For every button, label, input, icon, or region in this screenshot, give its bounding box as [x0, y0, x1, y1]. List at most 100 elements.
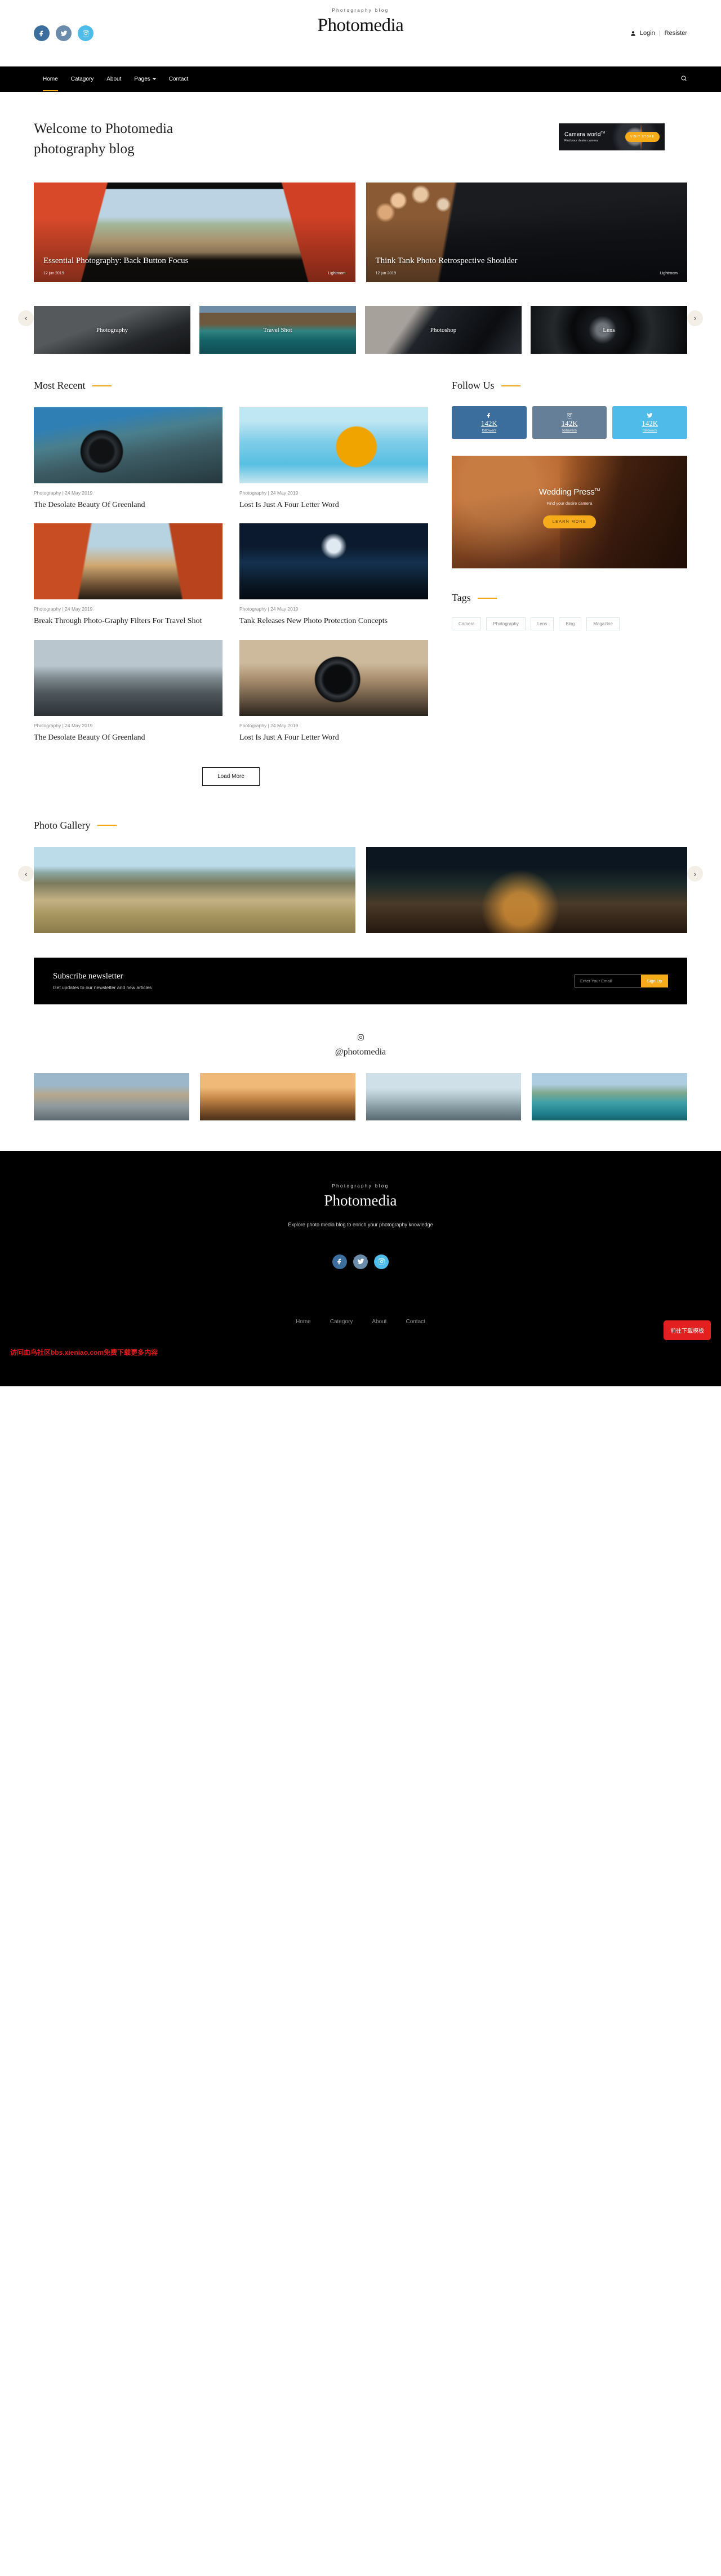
category-carousel: ‹ Photography Travel Shot Photoshop Lens… — [0, 282, 721, 354]
camera-world-ad[interactable]: Camera worldTM Find your desire camera V… — [559, 123, 665, 150]
post-thumbnail — [34, 639, 222, 716]
category-card-photoshop[interactable]: Photoshop — [365, 306, 522, 354]
post-card[interactable]: Photography | 24 May 2019 Lost Is Just A… — [239, 407, 428, 511]
visit-store-button[interactable]: VISIT STORE — [625, 132, 660, 142]
instagram-handle[interactable]: @photomedia — [34, 1047, 687, 1057]
tag-camera[interactable]: Camera — [452, 617, 482, 630]
sign-up-button[interactable]: Sign Up — [641, 974, 668, 987]
nav-item-catagory[interactable]: Catagory — [71, 76, 94, 82]
category-card-travel-shot[interactable]: Travel Shot — [199, 306, 356, 354]
featured-card[interactable]: Essential Photography: Back Button Focus… — [34, 183, 355, 282]
email-input[interactable] — [575, 974, 641, 987]
footer-nav-category[interactable]: Category — [330, 1319, 353, 1325]
brand-block: Photography blog Photomedia — [0, 8, 721, 37]
post-meta: Photography | 24 May 2019 — [239, 490, 299, 496]
gallery-image[interactable] — [34, 847, 355, 933]
newsletter-form: Sign Up — [575, 974, 668, 987]
chevron-down-icon — [152, 78, 156, 80]
gallery-row — [34, 847, 687, 933]
category-label: Lens — [603, 326, 615, 333]
follow-box-instagram[interactable]: 142K followers — [532, 406, 607, 439]
gallery-next-button[interactable]: › — [687, 866, 703, 882]
footer-social-links — [34, 1254, 687, 1269]
featured-title: Essential Photography: Back Button Focus — [43, 256, 189, 266]
nav-item-pages[interactable]: Pages — [134, 76, 156, 82]
category-card-lens[interactable]: Lens — [531, 306, 687, 354]
instagram-photo[interactable] — [199, 1073, 355, 1120]
instagram-photo[interactable] — [532, 1073, 687, 1120]
follower-label: followers — [482, 429, 497, 433]
wedding-ad-subtitle: Find your desire camera — [546, 501, 593, 506]
instagram-photo[interactable] — [34, 1073, 189, 1120]
follower-label: followers — [562, 429, 577, 433]
post-card[interactable]: Photography | 24 May 2019 Lost Is Just A… — [239, 639, 428, 744]
newsletter-subtitle: Get updates to our newsletter and new ar… — [53, 984, 152, 990]
photo-gallery-section: Photo Gallery ‹ › — [0, 786, 721, 933]
section-title-photo-gallery: Photo Gallery — [34, 820, 687, 831]
featured-tag: Lightroom — [660, 272, 678, 275]
watermark-text: 访问血鸟社区bbs.xieniao.com免费下载更多内容 — [10, 1348, 158, 1356]
instagram-icon[interactable] — [374, 1254, 389, 1269]
nav-links: Home Catagory About Pages Contact — [43, 76, 188, 91]
category-card-photography[interactable]: Photography — [34, 306, 190, 354]
post-title: Lost Is Just A Four Letter Word — [239, 501, 339, 509]
gallery-image[interactable] — [366, 847, 687, 933]
post-meta: Photography | 24 May 2019 — [34, 490, 93, 496]
post-card[interactable]: Photography | 24 May 2019 The Desolate B… — [34, 407, 222, 511]
footer-description: Explore photo media blog to enrich your … — [288, 1221, 433, 1227]
featured-posts: Essential Photography: Back Button Focus… — [0, 159, 721, 282]
learn-more-button[interactable]: LEARN MORE — [542, 515, 597, 528]
instagram-photo[interactable] — [366, 1073, 522, 1120]
twitter-icon[interactable] — [353, 1254, 368, 1269]
follow-box-twitter[interactable]: 142K followers — [612, 406, 688, 439]
nav-item-home[interactable]: Home — [43, 76, 58, 91]
post-card[interactable]: Photography | 24 May 2019 Tank Releases … — [239, 523, 428, 627]
login-link[interactable]: Login — [640, 30, 655, 37]
tag-magazine[interactable]: Magazine — [586, 617, 620, 630]
category-label: Photography — [96, 326, 128, 333]
carousel-next-button[interactable]: › — [687, 310, 703, 326]
tags-section: Tags Camera Photography Lens Blog Magazi… — [452, 592, 687, 630]
carousel-prev-button[interactable]: ‹ — [18, 310, 34, 326]
download-template-button[interactable]: 前往下载模板 — [664, 1320, 711, 1340]
featured-tag: Lightroom — [328, 272, 346, 275]
section-title-follow-us: Follow Us — [452, 380, 687, 391]
follower-label: followers — [642, 429, 657, 433]
tag-lens[interactable]: Lens — [530, 617, 554, 630]
facebook-icon[interactable] — [332, 1254, 347, 1269]
post-title: The Desolate Beauty Of Greenland — [34, 733, 145, 742]
register-link[interactable]: Resister — [665, 30, 687, 37]
nav-item-about[interactable]: About — [106, 76, 121, 82]
load-more-container: Load More — [34, 767, 428, 786]
follow-box-facebook[interactable]: 142K followers — [452, 406, 527, 439]
load-more-button[interactable]: Load More — [202, 767, 260, 786]
facebook-icon — [486, 412, 492, 419]
footer-nav-home[interactable]: Home — [296, 1319, 311, 1325]
tag-photography[interactable]: Photography — [486, 617, 526, 630]
post-thumbnail — [239, 407, 428, 483]
footer-nav-contact[interactable]: Contact — [406, 1319, 425, 1325]
post-card[interactable]: Photography | 24 May 2019 Break Through … — [34, 523, 222, 627]
footer-nav-about[interactable]: About — [372, 1319, 386, 1325]
post-meta: Photography | 24 May 2019 — [239, 722, 299, 728]
section-title-most-recent: Most Recent — [34, 380, 428, 391]
sidebar: Follow Us 142K followers 142K followers — [452, 380, 688, 786]
search-icon[interactable] — [680, 74, 687, 84]
gallery-prev-button[interactable]: ‹ — [18, 866, 34, 882]
title-rule — [501, 385, 520, 386]
follow-boxes: 142K followers 142K followers 142K follo… — [452, 406, 688, 439]
top-header: Photography blog Photomedia Login | Resi… — [0, 0, 721, 66]
post-card[interactable]: Photography | 24 May 2019 The Desolate B… — [34, 639, 222, 744]
featured-card[interactable]: Think Tank Photo Retrospective Shoulder … — [366, 183, 687, 282]
brand-title: Photomedia — [317, 15, 404, 35]
footer-brand-title: Photomedia — [324, 1191, 397, 1209]
wedding-ad-title: Wedding PressTM — [538, 487, 600, 497]
featured-date: 12 jun 2019 — [43, 272, 64, 275]
tag-blog[interactable]: Blog — [559, 617, 582, 630]
nav-item-contact[interactable]: Contact — [169, 76, 188, 82]
posts-grid: Photography | 24 May 2019 The Desolate B… — [34, 407, 428, 744]
instagram-photos — [34, 1073, 687, 1120]
wedding-press-ad[interactable]: Wedding PressTM Find your desire camera … — [452, 456, 687, 568]
post-thumbnail — [239, 523, 428, 600]
post-meta: Photography | 24 May 2019 — [34, 606, 93, 612]
